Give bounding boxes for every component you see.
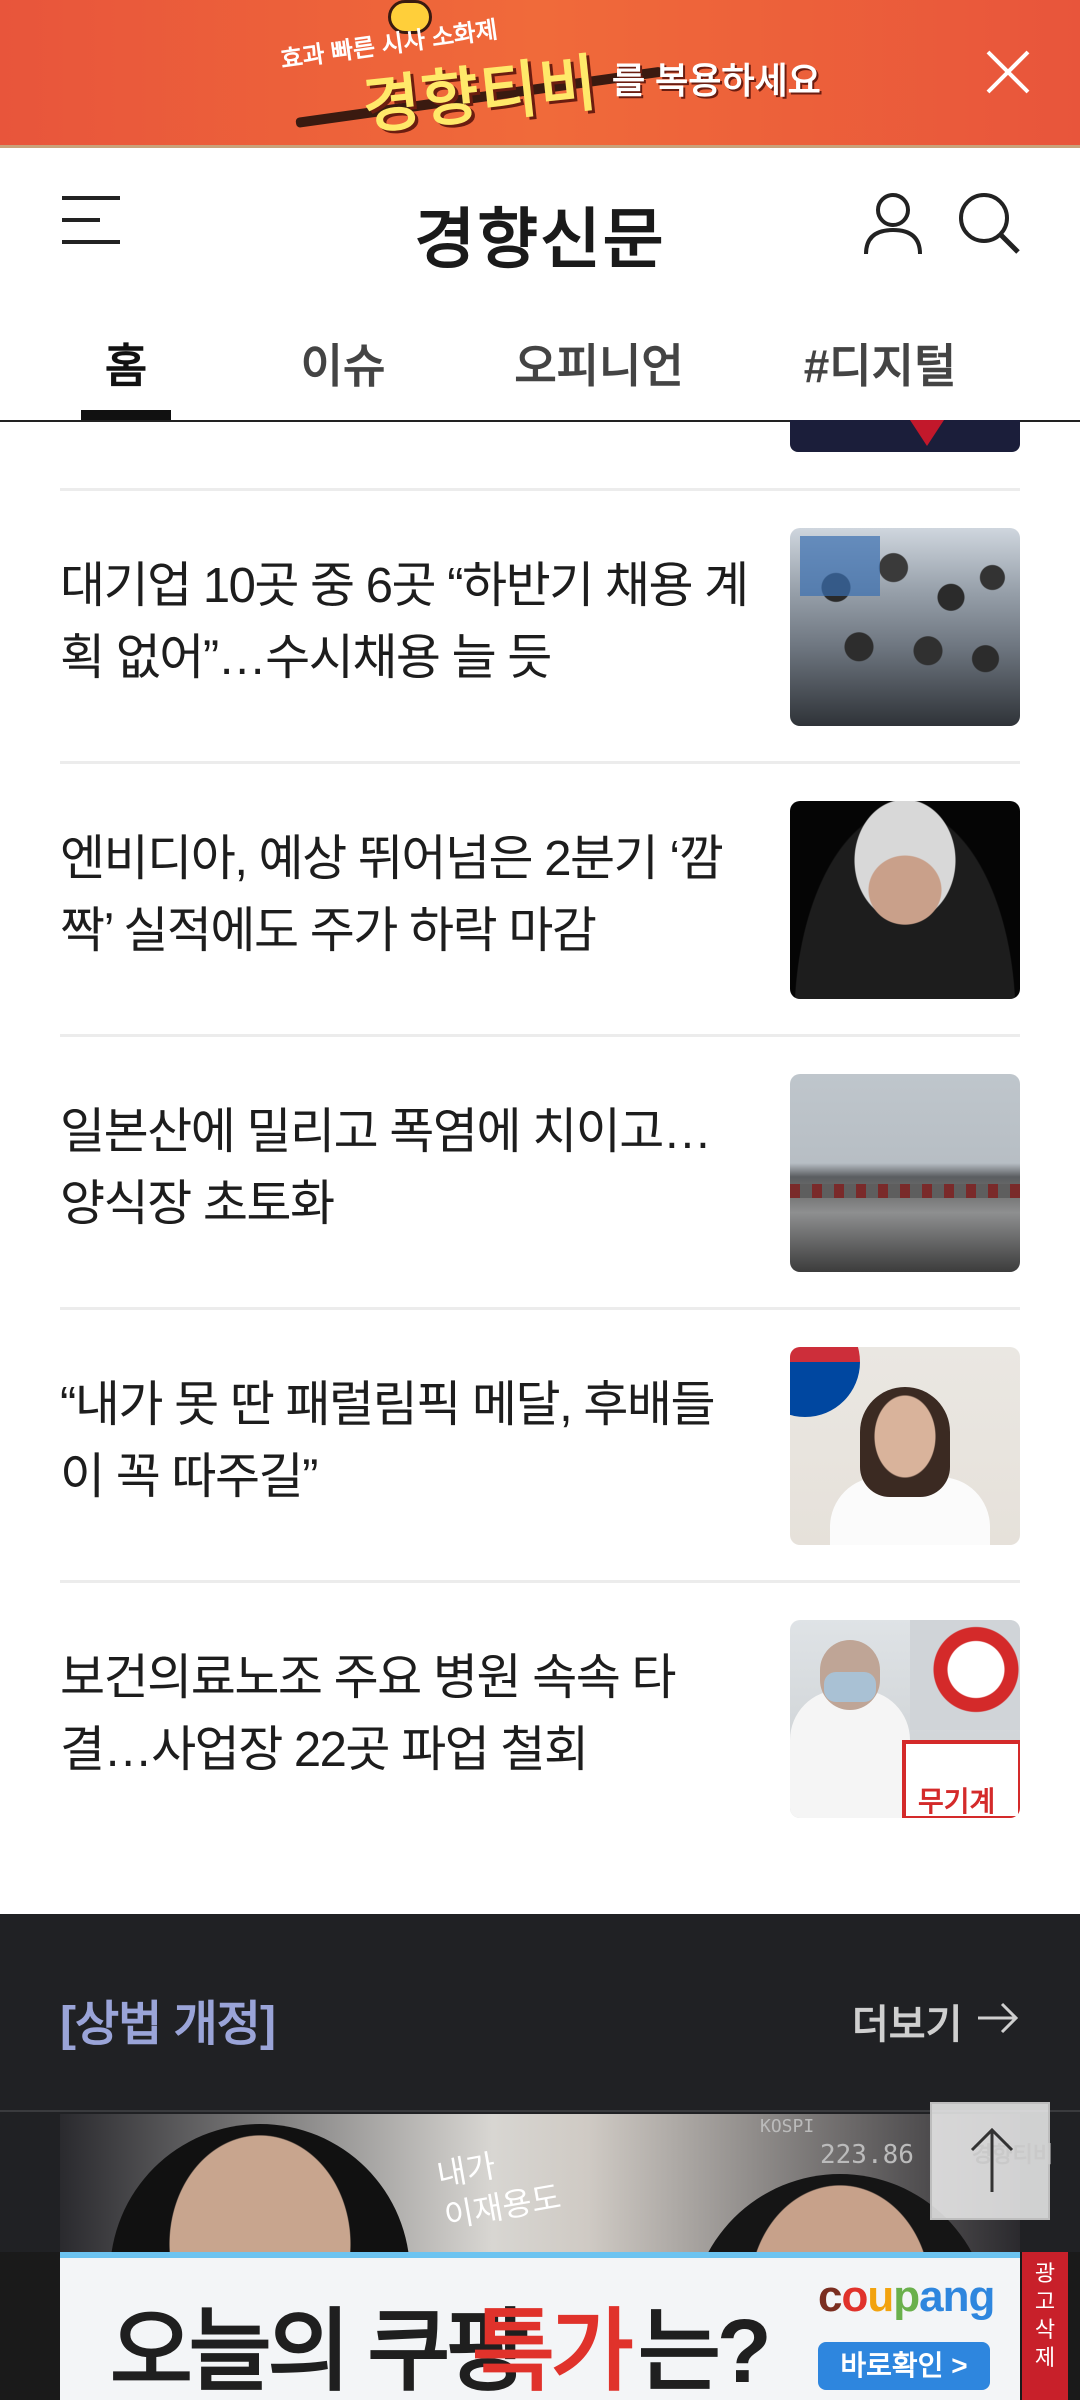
arrow-right-icon[interactable] <box>976 1998 1020 2038</box>
ad-cta-button[interactable]: 바로확인 > <box>818 2342 990 2390</box>
divider <box>60 488 1020 491</box>
scroll-top-label: 경향티비 <box>972 2142 1052 2167</box>
ad-slogan-highlight: 특가 <box>472 2302 634 2400</box>
divider <box>60 1034 1020 1037</box>
thumbnail-sign-text: 무기계 <box>902 1740 1020 1818</box>
article-item[interactable]: 일본산에 밀리고 폭염에 치이고… 양식장 초토화 <box>60 1074 1020 1274</box>
article-headline[interactable]: “내가 못 딴 패럴림픽 메달, 후배들이 꼭 따주길” <box>60 1369 750 1513</box>
active-tab-indicator <box>81 410 171 420</box>
section-tabs: 홈 이슈 오피니언 #디지털 <box>0 300 1080 422</box>
ad-slogan: 오늘의 쿠팡 <box>110 2302 529 2400</box>
tab-home[interactable]: 홈 <box>60 330 192 422</box>
image-ticker-value: 223.86 <box>820 2140 914 2170</box>
search-icon[interactable] <box>956 190 1022 256</box>
arrow-up-icon: 경향티비 <box>970 2127 1053 2192</box>
article-item[interactable]: 보건의료노조 주요 병원 속속 타결…사업장 22곳 파업 철회 무기계 <box>60 1620 1020 1820</box>
article-headline[interactable]: 보건의료노조 주요 병원 속속 타결…사업장 22곳 파업 철회 <box>60 1642 750 1786</box>
ad-tail-text: 를 복용하세요 <box>612 60 821 101</box>
article-headline[interactable]: 엔비디아, 예상 뛰어넘은 2분기 ‘깜짝’ 실적에도 주가 하락 마감 <box>60 823 750 967</box>
user-icon[interactable] <box>862 190 924 256</box>
article-thumbnail[interactable] <box>790 801 1020 999</box>
section-title[interactable]: [상법 개정] <box>60 1984 276 2054</box>
article-thumbnail[interactable] <box>790 528 1020 726</box>
remove-ad-button[interactable]: 광 고 삭 제 <box>1022 2252 1068 2400</box>
article-thumbnail[interactable]: 무기계 <box>790 1620 1020 1818</box>
tab-opinion[interactable]: 오피니언 <box>496 330 702 422</box>
article-thumbnail[interactable] <box>790 1074 1020 1272</box>
article-item[interactable]: 엔비디아, 예상 뛰어넘은 2분기 ‘깜짝’ 실적에도 주가 하락 마감 <box>60 801 1020 1001</box>
divider <box>60 761 1020 764</box>
scroll-top-button[interactable]: 경향티비 <box>930 2102 1053 2220</box>
coupang-logo: coupang <box>818 2272 995 2321</box>
article-item[interactable]: 대기업 10곳 중 6곳 “하반기 채용 계획 없어”…수시채용 늘 듯 <box>60 528 1020 728</box>
article-headline[interactable]: 대기업 10곳 중 6곳 “하반기 채용 계획 없어”…수시채용 늘 듯 <box>60 550 750 694</box>
ad-slogan-tail: 는? <box>638 2302 772 2400</box>
bottom-ad-banner[interactable]: 오늘의 쿠팡 특가 는? coupang 바로확인 > 광 고 삭 제 <box>0 2252 1080 2400</box>
tab-issue[interactable]: 이슈 <box>268 330 418 422</box>
image-handwriting: 내가 이재용도 <box>433 2146 564 2236</box>
coupang-ad[interactable]: 오늘의 쿠팡 특가 는? coupang 바로확인 > <box>60 2252 1020 2400</box>
article-item[interactable]: “내가 못 딴 패럴림픽 메달, 후배들이 꼭 따주길” <box>60 1347 1020 1547</box>
top-ad-banner[interactable]: 효과 빠른 시사 소화제 경향티비 를 복용하세요 <box>0 0 1080 148</box>
article-thumbnail[interactable] <box>790 1347 1020 1545</box>
divider <box>60 1307 1020 1310</box>
article-headline[interactable]: 일본산에 밀리고 폭염에 치이고… 양식장 초토화 <box>60 1096 750 1240</box>
tab-digital[interactable]: #디지털 <box>790 330 970 422</box>
article-thumbnail-partial[interactable] <box>790 420 1020 452</box>
divider <box>60 1580 1020 1583</box>
divider <box>0 2110 1080 2112</box>
more-link[interactable]: 더보기 <box>852 1992 962 2050</box>
site-header: 경향신문 <box>0 150 1080 300</box>
image-ticker-label: KOSPI <box>760 2116 815 2137</box>
close-icon[interactable] <box>980 44 1036 100</box>
